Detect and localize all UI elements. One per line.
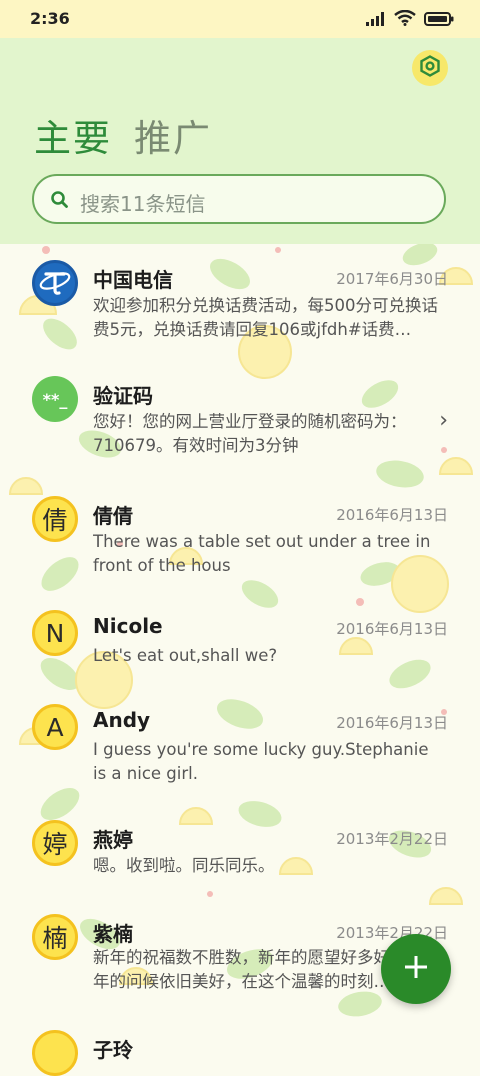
hexagon-settings-icon	[419, 55, 441, 81]
message-date: 2016年6月13日	[336, 714, 448, 732]
conversation-list: 中国电信 2017年6月30日 欢迎参加积分兑换话费活动，每500分可兑换话费5…	[0, 244, 480, 1076]
status-icons	[366, 9, 454, 30]
battery-icon	[424, 11, 454, 30]
search-icon	[50, 190, 70, 214]
new-message-button[interactable]	[381, 934, 451, 1004]
message-date: 2016年6月13日	[336, 620, 448, 638]
avatar: 婷	[32, 820, 78, 866]
message-preview: 嗯。收到啦。同乐同乐。	[93, 856, 275, 875]
message-date: 2013年2月22日	[336, 830, 448, 848]
search-input[interactable]: 搜索11条短信	[32, 174, 446, 224]
message-preview: I guess you're some lucky guy.Stephanie …	[93, 740, 429, 783]
avatar: 倩	[32, 496, 78, 542]
tab-primary[interactable]: 主要	[34, 108, 112, 162]
message-preview: Let's eat out,shall we?	[93, 646, 278, 665]
message-date: 2016年6月13日	[336, 506, 448, 524]
tab-bar: 主要 推广	[34, 108, 212, 162]
message-preview: 您好！您的网上营业厅登录的随机密码为：710679。有效时间为3分钟	[93, 412, 407, 455]
contact-name: 子玲	[93, 1038, 133, 1062]
contact-name: 燕婷	[93, 828, 133, 852]
plus-icon	[403, 954, 429, 984]
message-preview: 欢迎参加积分兑换话费活动，每500分可兑换话费5元，兑换话费请回复106或jfd…	[93, 296, 438, 339]
contact-name: Andy	[93, 708, 151, 732]
contact-name: Nicole	[93, 614, 163, 638]
status-time: 2:36	[30, 9, 70, 28]
avatar	[32, 1030, 78, 1076]
settings-button[interactable]	[412, 50, 448, 86]
avatar: A	[32, 704, 78, 750]
message-date: 2017年6月30日	[336, 270, 448, 288]
contact-name: 验证码	[93, 384, 153, 408]
chevron-right-icon: ›	[439, 408, 448, 433]
contact-name: 倩倩	[93, 504, 133, 528]
message-preview: There was a table set out under a tree i…	[93, 532, 431, 575]
contact-name: 中国电信	[93, 268, 173, 292]
tab-promotions[interactable]: 推广	[134, 108, 212, 162]
avatar	[32, 260, 78, 306]
contact-name: 紫楠	[93, 922, 133, 946]
header: 主要 推广 搜索11条短信	[0, 38, 480, 244]
china-telecom-logo-icon	[37, 263, 73, 303]
avatar: 楠	[32, 914, 78, 960]
signal-icon	[366, 11, 386, 30]
avatar: N	[32, 610, 78, 656]
status-bar: 2:36	[0, 0, 480, 38]
avatar: **_	[32, 376, 78, 422]
search-placeholder: 搜索11条短信	[80, 192, 206, 216]
wifi-icon	[394, 9, 416, 30]
